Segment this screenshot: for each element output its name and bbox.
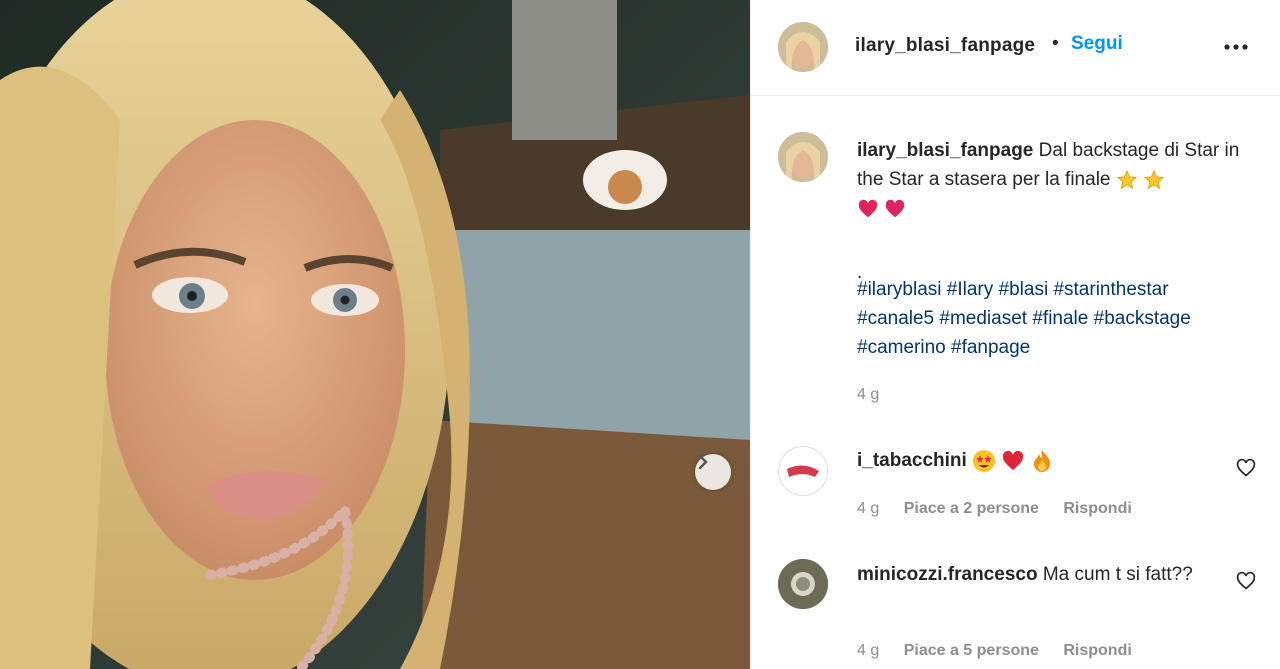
more-horizontal-icon xyxy=(1224,44,1248,50)
next-image-button[interactable] xyxy=(695,454,731,490)
comment-likes[interactable]: Piace a 2 persone xyxy=(904,500,1039,517)
fire-emoji-icon xyxy=(1033,449,1050,472)
comment-likes[interactable]: Piace a 5 persone xyxy=(904,642,1039,659)
comment-text: Ma cum t si fatt?? xyxy=(1042,564,1193,585)
like-comment-button[interactable] xyxy=(1236,458,1258,480)
heart-outline-icon xyxy=(1236,571,1256,590)
hashtag-link[interactable]: #canale5 xyxy=(857,308,934,329)
follow-button[interactable]: Segui xyxy=(1071,33,1123,55)
red-heart-emoji-icon xyxy=(1003,450,1024,470)
hashtag-link[interactable]: #finale xyxy=(1032,308,1088,329)
hashtag-link[interactable]: #fanpage xyxy=(951,337,1030,358)
more-options-button[interactable] xyxy=(1221,32,1251,62)
commenter-avatar[interactable] xyxy=(778,559,828,609)
separator-dot: • xyxy=(1052,33,1059,54)
like-comment-button[interactable] xyxy=(1236,571,1258,593)
comment-meta: 4 g Piace a 5 persone Rispondi xyxy=(857,642,1152,660)
hashtag-link[interactable]: #camerino xyxy=(857,337,946,358)
caption-username[interactable]: ilary_blasi_fanpage xyxy=(857,140,1033,161)
avatar-image xyxy=(778,132,828,182)
hashtag-link[interactable]: #starinthestar xyxy=(1053,279,1168,300)
author-username[interactable]: ilary_blasi_fanpage xyxy=(855,35,1035,57)
heart-emoji-icon xyxy=(886,199,905,218)
comment-body: i_tabacchini xyxy=(857,446,1217,475)
caption-timestamp[interactable]: 4 g xyxy=(857,386,879,404)
reply-button[interactable]: Rispondi xyxy=(1063,642,1131,659)
caption-author-avatar[interactable] xyxy=(778,132,828,182)
post-photo[interactable] xyxy=(0,0,750,669)
comment-body: minicozzi.francesco Ma cum t si fatt?? xyxy=(857,560,1217,589)
avatar-image xyxy=(778,559,828,609)
avatar-image xyxy=(779,447,827,495)
hashtag-link[interactable]: #ilaryblasi xyxy=(857,279,941,300)
post-caption: ilary_blasi_fanpage Dal backstage di Sta… xyxy=(857,136,1267,283)
comment-timestamp[interactable]: 4 g xyxy=(857,500,879,517)
hashtag-link[interactable]: #Ilary xyxy=(947,279,993,300)
hashtag-link[interactable]: #mediaset xyxy=(939,308,1027,329)
comment-username[interactable]: i_tabacchini xyxy=(857,450,967,471)
hashtag-link[interactable]: #blasi xyxy=(999,279,1049,300)
comment-username[interactable]: minicozzi.francesco xyxy=(857,564,1038,585)
post-side-panel: ilary_blasi_fanpage • Segui ilary_blasi_… xyxy=(750,0,1280,669)
comment-meta: 4 g Piace a 2 persone Rispondi xyxy=(857,500,1152,518)
selfie-image xyxy=(0,0,750,669)
star-emoji-icon xyxy=(1143,169,1165,190)
instagram-post: ilary_blasi_fanpage • Segui ilary_blasi_… xyxy=(0,0,1280,669)
comment-timestamp[interactable]: 4 g xyxy=(857,642,879,659)
reply-button[interactable]: Rispondi xyxy=(1063,500,1131,517)
avatar-image xyxy=(778,22,828,72)
star-emoji-icon xyxy=(1116,169,1138,190)
post-header: ilary_blasi_fanpage • Segui xyxy=(751,0,1280,96)
heart-outline-icon xyxy=(1236,458,1256,477)
caption-hashtags: #ilaryblasi #Ilary #blasi #starinthestar… xyxy=(857,275,1267,362)
hashtag-link[interactable]: #backstage xyxy=(1094,308,1191,329)
heart-emoji-icon xyxy=(858,199,878,218)
author-avatar[interactable] xyxy=(778,22,828,72)
commenter-avatar[interactable] xyxy=(778,446,828,496)
chevron-right-icon xyxy=(698,454,708,470)
star-struck-emoji-icon xyxy=(973,449,996,472)
